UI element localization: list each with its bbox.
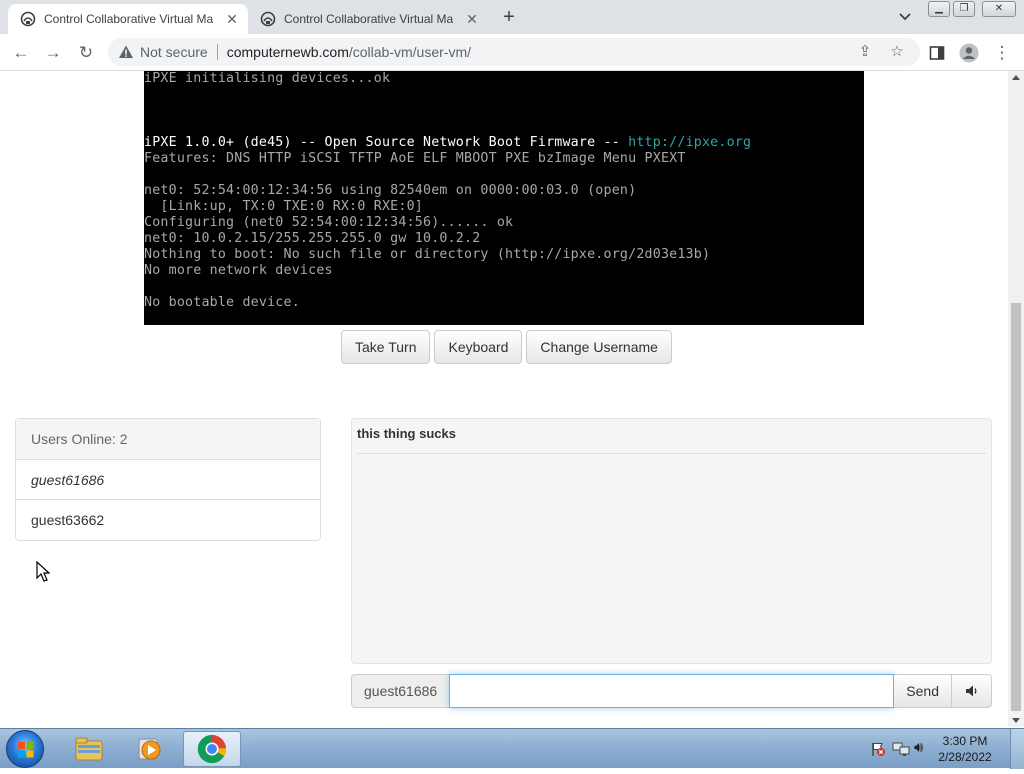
clock-date: 2/28/2022 [938,750,992,764]
bookmark-star-icon[interactable]: ☆ [886,38,908,66]
vm-console-line: Features: DNS HTTP iSCSI TFTP AoE ELF MB… [144,151,686,166]
system-tray: 🔊︎ 3:30 PM 2/28/2022 [864,729,1024,769]
url-text[interactable]: computernewb.com/collab-vm/user-vm/ [227,44,471,60]
new-tab-button[interactable]: + [498,6,520,28]
show-desktop-button[interactable] [1010,729,1024,769]
keyboard-button[interactable]: Keyboard [434,330,523,364]
chat-username-label: guest61686 [351,674,450,708]
close-window-button[interactable]: ✕ [982,1,1016,17]
tab-inactive[interactable]: Control Collaborative Virtual Ma ✕ [248,4,488,34]
side-panel-icon[interactable] [926,42,948,64]
page-scrollbar[interactable] [1008,71,1024,727]
browser-toolbar: ← → ↻ Not secure computernewb.com/collab… [0,34,1024,71]
chrome-icon [197,734,226,764]
users-online-panel: Users Online: 2 guest61686 guest63662 [15,418,321,541]
vm-display[interactable]: iPXE initialising devices...ok iPXE 1.0.… [144,71,864,325]
scrollbar-thumb[interactable] [1011,303,1021,711]
url-host: computernewb.com [226,44,349,60]
sound-toggle-button[interactable] [952,674,992,708]
volume-icon[interactable]: 🔊︎ [914,739,923,756]
windows-taskbar: 🔊︎ 3:30 PM 2/28/2022 [0,728,1024,769]
share-icon[interactable]: ⇪ [854,38,876,66]
address-bar[interactable]: Not secure computernewb.com/collab-vm/us… [108,38,920,66]
menu-kebab-icon[interactable]: ⋮ [991,42,1013,64]
change-username-button[interactable]: Change Username [526,330,672,364]
start-button[interactable] [6,730,44,768]
chat-input[interactable] [449,674,895,708]
close-tab-icon[interactable]: ✕ [224,11,240,27]
vm-console-link: http://ipxe.org [628,135,752,150]
network-icon[interactable] [892,741,910,757]
chat-log: this thing sucks [351,418,992,664]
vm-console-line: net0: 10.0.2.15/255.255.255.0 gw 10.0.2.… [144,231,481,246]
vm-console-line: net0: 52:54:00:12:34:56 using 82540em on… [144,183,637,198]
tab-title: Control Collaborative Virtual Ma [284,12,454,26]
taskbar-clock[interactable]: 3:30 PM 2/28/2022 [930,733,1000,765]
vm-control-buttons: Take Turn Keyboard Change Username [341,330,672,364]
reload-icon[interactable]: ↻ [75,42,97,64]
chat-message: this thing sucks [357,426,986,454]
warning-triangle-icon[interactable] [118,44,134,60]
taskbar-media-player[interactable] [120,731,178,767]
minimize-window-button[interactable]: ▁ [928,1,950,17]
profile-avatar-icon[interactable] [958,42,980,64]
vm-console-text: iPXE initialising devices...ok iPXE 1.0.… [144,71,864,311]
address-divider [216,44,218,60]
page-viewport: iPXE initialising devices...ok iPXE 1.0.… [0,71,1008,727]
taskbar-explorer[interactable] [60,731,118,767]
vm-console-line: Configuring (net0 52:54:00:12:34:56)....… [144,215,514,230]
clock-time: 3:30 PM [942,734,988,748]
close-tab-icon[interactable]: ✕ [464,11,480,27]
vm-console-line: iPXE 1.0.0+ (de45) -- Open Source Networ… [144,135,629,150]
vm-console-line: [Link:up, TX:0 TXE:0 RX:0 RXE:0] [144,199,423,214]
vm-console-line: No bootable device. [144,295,300,310]
tab-active[interactable]: Control Collaborative Virtual Ma ✕ [8,4,248,34]
take-turn-button[interactable]: Take Turn [341,330,431,364]
taskbar-chrome[interactable] [183,731,241,767]
send-button[interactable]: Send [894,674,952,708]
user-list-item: guest63662 [31,512,105,528]
user-list-item: guest61686 [16,460,320,500]
tab-strip: Control Collaborative Virtual Ma ✕ Contr… [0,0,1024,34]
mouse-cursor-icon [36,561,50,582]
windows-logo-icon [18,742,34,758]
media-player-icon [138,738,161,760]
collabvm-favicon-icon [20,11,36,27]
vm-console-line: Nothing to boot: No such file or directo… [144,247,711,262]
vm-console-line: iPXE initialising devices...ok [144,71,391,86]
speaker-icon [965,685,976,697]
scroll-down-arrow-icon[interactable] [1012,718,1020,723]
back-arrow-icon[interactable]: ← [10,42,32,64]
collabvm-favicon-icon [260,11,276,27]
users-online-count: Users Online: 2 [16,419,320,460]
tab-title: Control Collaborative Virtual Ma [44,12,214,26]
restore-window-button[interactable]: ❐ [953,1,975,17]
security-status-label[interactable]: Not secure [140,44,208,60]
folder-icon [75,737,103,761]
forward-arrow-icon[interactable]: → [42,42,64,64]
url-path: /collab-vm/user-vm/ [348,44,472,60]
tab-search-chevron-icon[interactable] [896,9,914,25]
vm-console-line: No more network devices [144,263,333,278]
chat-input-group: guest61686 Send [351,674,992,708]
scroll-up-arrow-icon[interactable] [1012,75,1020,80]
action-center-flag-icon[interactable] [870,741,886,757]
